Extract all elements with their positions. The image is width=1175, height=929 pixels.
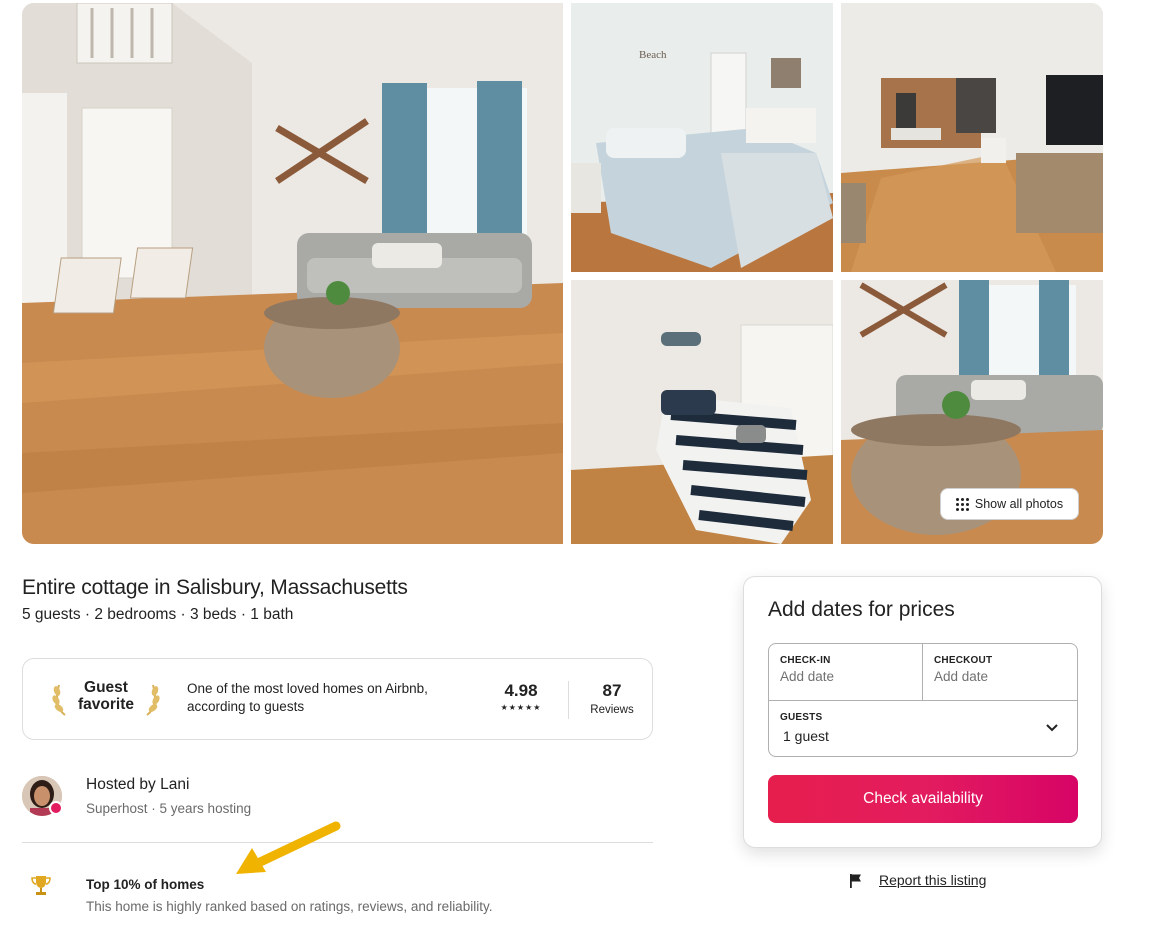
checkin-label: CHECK-IN [780, 655, 831, 666]
annotation-arrow-icon [236, 821, 341, 874]
checkout-value: Add date [934, 669, 989, 684]
report-listing-label: Report this listing [879, 872, 987, 888]
superhost-badge-icon [49, 801, 63, 815]
guests-value: 1 guest [783, 728, 829, 744]
top-homes-description: This home is highly ranked based on rati… [86, 899, 493, 914]
beach-sign-text: Beach [639, 49, 667, 61]
show-all-photos-label: Show all photos [974, 497, 1064, 511]
grid-dots-icon [955, 497, 969, 511]
host-meta: Superhost · 5 years hosting [86, 801, 252, 816]
trophy-icon [31, 876, 51, 895]
checkout-field[interactable]: CHECKOUT Add date [923, 644, 1077, 700]
reviews-link[interactable]: 87 Reviews [569, 681, 655, 716]
report-listing-link[interactable]: Report this listing [849, 872, 986, 888]
flag-icon [850, 873, 861, 888]
booking-card: Add dates for prices CHECK-IN Add date C… [743, 576, 1102, 848]
rating-block: 4.98 ★★★★★ [481, 681, 561, 712]
reviews-label: Reviews [590, 704, 634, 716]
guest-favorite-description: One of the most loved homes on Airbnb, a… [187, 681, 428, 714]
rating-stars: ★★★★★ [500, 703, 542, 712]
checkin-value: Add date [780, 669, 835, 684]
photo-bedroom-striped[interactable] [571, 280, 833, 544]
host-name: Hosted by Lani [86, 776, 190, 793]
check-availability-button[interactable]: Check availability [768, 775, 1078, 823]
rating-value: 4.98 [504, 681, 538, 700]
reviews-count: 87 [602, 681, 622, 700]
listing-details: 5 guests · 2 bedrooms · 3 beds · 1 bath [22, 606, 294, 623]
guests-label: GUESTS [780, 712, 823, 723]
checkin-field[interactable]: CHECK-IN Add date [769, 644, 923, 700]
show-all-photos-button[interactable]: Show all photos [940, 488, 1079, 520]
photo-kitchen-hall[interactable] [841, 3, 1103, 272]
booking-title: Add dates for prices [768, 598, 955, 621]
guest-favorite-label: Guest favorite [78, 679, 134, 713]
photo-bedroom-beach[interactable]: Beach [571, 3, 833, 272]
guests-select[interactable]: GUESTS 1 guest [769, 701, 1077, 757]
checkout-label: CHECKOUT [934, 655, 993, 666]
chevron-down-icon [1046, 724, 1058, 732]
guest-favorite-card[interactable]: Guest favorite One of the most loved hom… [22, 658, 653, 740]
laurel-right-icon [146, 684, 160, 716]
laurel-left-icon [52, 684, 66, 716]
listing-title: Entire cottage in Salisbury, Massachuset… [22, 576, 408, 599]
photo-main-living-room[interactable] [22, 3, 563, 544]
top-homes-title: Top 10% of homes [86, 877, 205, 892]
date-guest-picker: CHECK-IN Add date CHECKOUT Add date GUES… [768, 643, 1078, 757]
